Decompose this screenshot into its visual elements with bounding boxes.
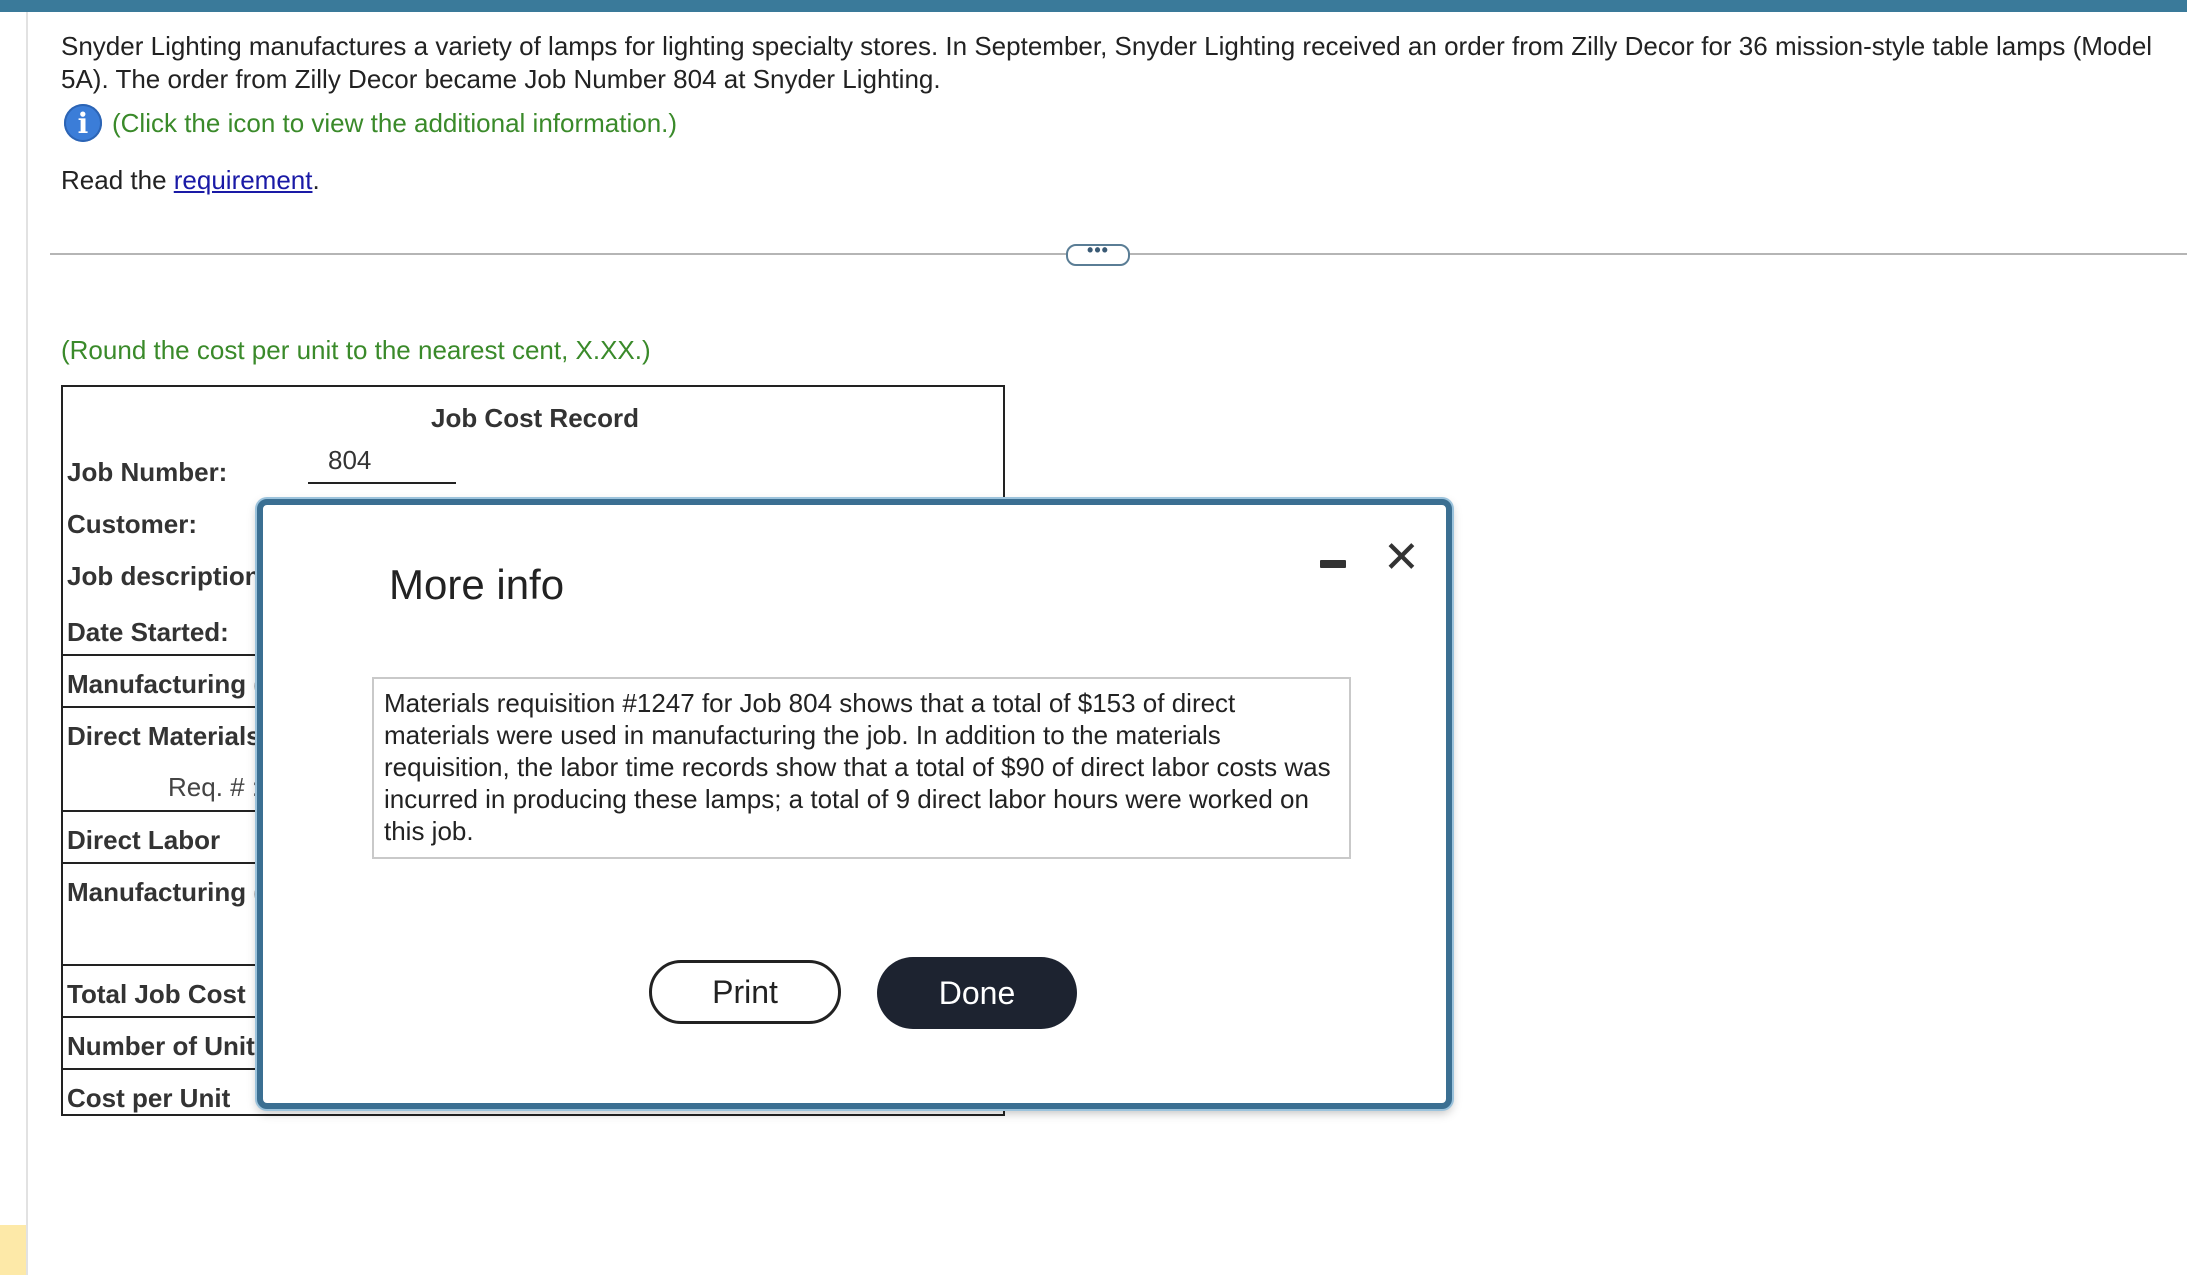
req-number-label: Req. # : xyxy=(168,772,260,802)
job-cost-record-title: Job Cost Record xyxy=(430,403,640,433)
info-icon[interactable]: i xyxy=(64,104,102,142)
requirement-link[interactable]: requirement xyxy=(174,165,313,195)
manufacturing-overhead-label: Manufacturing ( xyxy=(67,877,262,907)
info-text-box: Materials requisition #1247 for Job 804 … xyxy=(372,677,1351,859)
row-divider xyxy=(63,654,263,656)
row-divider xyxy=(63,810,263,812)
row-divider xyxy=(63,1016,263,1018)
row-divider xyxy=(63,964,263,966)
close-icon[interactable]: ✕ xyxy=(1383,533,1420,583)
date-started-label: Date Started: xyxy=(67,617,229,647)
job-number-underline xyxy=(308,482,456,484)
job-number-label: Job Number: xyxy=(67,457,228,487)
row-divider xyxy=(63,1068,263,1070)
manufacturing-header-label: Manufacturing ( xyxy=(67,669,262,699)
customer-label: Customer: xyxy=(67,509,198,539)
total-job-cost-label: Total Job Cost xyxy=(67,979,246,1009)
left-side-tab[interactable] xyxy=(0,1225,26,1275)
requirement-line: Read the requirement. xyxy=(61,165,320,196)
info-line: i (Click the icon to view the additional… xyxy=(64,103,677,143)
job-number-value: 804 xyxy=(328,445,372,475)
info-hint: (Click the icon to view the additional i… xyxy=(112,107,678,138)
direct-materials-label: Direct Materials xyxy=(67,721,261,751)
job-description-label: Job description xyxy=(67,561,261,591)
dialog-title: More info xyxy=(389,561,565,608)
more-info-dialog: More info ✕ Materials requisition #1247 … xyxy=(257,499,1452,1109)
requirement-suffix: . xyxy=(312,165,320,195)
rounding-instruction: (Round the cost per unit to the nearest … xyxy=(61,335,651,365)
done-button[interactable]: Done xyxy=(877,957,1077,1029)
direct-labor-label: Direct Labor xyxy=(67,825,221,855)
left-rule xyxy=(26,12,28,1275)
cost-per-unit-label: Cost per Unit xyxy=(67,1083,231,1113)
print-button[interactable]: Print xyxy=(649,960,841,1024)
row-divider xyxy=(63,706,263,708)
requirement-prefix: Read the xyxy=(61,165,174,195)
top-bar xyxy=(0,0,2187,12)
number-of-units-label: Number of Unit xyxy=(67,1031,255,1061)
minimize-icon[interactable] xyxy=(1320,560,1346,568)
row-divider xyxy=(63,862,263,864)
problem-intro: Snyder Lighting manufactures a variety o… xyxy=(61,31,2153,94)
expand-more-button[interactable]: ••• xyxy=(1066,241,1130,266)
